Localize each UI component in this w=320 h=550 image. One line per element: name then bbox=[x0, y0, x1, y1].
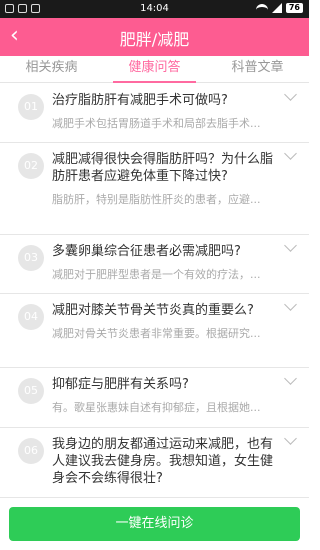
list-item[interactable]: 06 我身边的朋友都通过运动来减肥，也有人建议我去健身房。我想知道，女生健身会不… bbox=[0, 428, 309, 498]
question-text: 减肥对膝关节骨关节炎真的重要么? bbox=[52, 303, 254, 318]
item-number: 06 bbox=[18, 438, 44, 464]
list-item[interactable]: 05 抑郁症与肥胖有关系吗? 有。歌星张惠妹自述有抑郁症，且根据她... bbox=[0, 368, 309, 428]
online-consult-button[interactable]: 一键在线问诊 bbox=[9, 507, 300, 541]
answer-preview: 脂肪肝，特别是脂肪性肝炎的患者，应避... bbox=[52, 193, 261, 206]
battery-icon: 76 bbox=[285, 3, 303, 13]
item-number: 02 bbox=[18, 153, 44, 179]
answer-preview: 减肥对于肥胖型患者是一个有效的疗法，... bbox=[52, 268, 261, 281]
wifi-icon bbox=[255, 3, 268, 13]
list-item[interactable]: 02 减肥减得很快会得脂肪肝吗？为什么脂肪肝患者应避免体重下降过快? 脂肪肝，特… bbox=[0, 143, 309, 235]
tab-science-articles[interactable]: 科普文章 bbox=[206, 56, 309, 82]
question-text: 减肥减得很快会得脂肪肝吗？为什么脂肪肝患者应避免体重下降过快? bbox=[52, 152, 274, 184]
item-number: 05 bbox=[18, 378, 44, 404]
page-title: 肥胖/减肥 bbox=[119, 30, 190, 49]
answer-preview: 减肥手术包括胃肠道手术和局部去脂手术... bbox=[52, 117, 261, 130]
answer-preview: 减肥对骨关节炎患者非常重要。根据研究... bbox=[52, 327, 261, 340]
tab-related-diseases[interactable]: 相关疾病 bbox=[0, 56, 103, 82]
tab-health-qa[interactable]: 健康问答 bbox=[103, 56, 206, 83]
item-number: 04 bbox=[18, 304, 44, 330]
question-text: 我身边的朋友都通过运动来减肥，也有人建议我去健身房。我想知道，女生健身会不会练得… bbox=[52, 437, 274, 486]
question-text: 抑郁症与肥胖有关系吗? bbox=[52, 377, 189, 392]
list-item[interactable]: 03 多囊卵巢综合征患者必需减肥吗? 减肥对于肥胖型患者是一个有效的疗法，... bbox=[0, 235, 309, 294]
list-item[interactable]: 04 减肥对膝关节骨关节炎真的重要么? 减肥对骨关节炎患者非常重要。根据研究..… bbox=[0, 294, 309, 368]
question-text: 治疗脂肪肝有减肥手术可做吗? bbox=[52, 93, 228, 108]
status-bar: 14:04 76 bbox=[0, 0, 309, 18]
signal-icon bbox=[271, 3, 282, 13]
qa-list: 01 治疗脂肪肝有减肥手术可做吗? 减肥手术包括胃肠道手术和局部去脂手术... … bbox=[0, 84, 309, 498]
list-item[interactable]: 01 治疗脂肪肝有减肥手术可做吗? 减肥手术包括胃肠道手术和局部去脂手术... bbox=[0, 84, 309, 143]
answer-preview: 有。歌星张惠妹自述有抑郁症，且根据她... bbox=[52, 401, 261, 414]
app-bar: ‹ 肥胖/减肥 bbox=[0, 18, 309, 56]
question-text: 多囊卵巢综合征患者必需减肥吗? bbox=[52, 244, 241, 259]
item-number: 01 bbox=[18, 94, 44, 120]
item-number: 03 bbox=[18, 245, 44, 271]
tab-bar: 相关疾病 健康问答 科普文章 bbox=[0, 56, 309, 83]
